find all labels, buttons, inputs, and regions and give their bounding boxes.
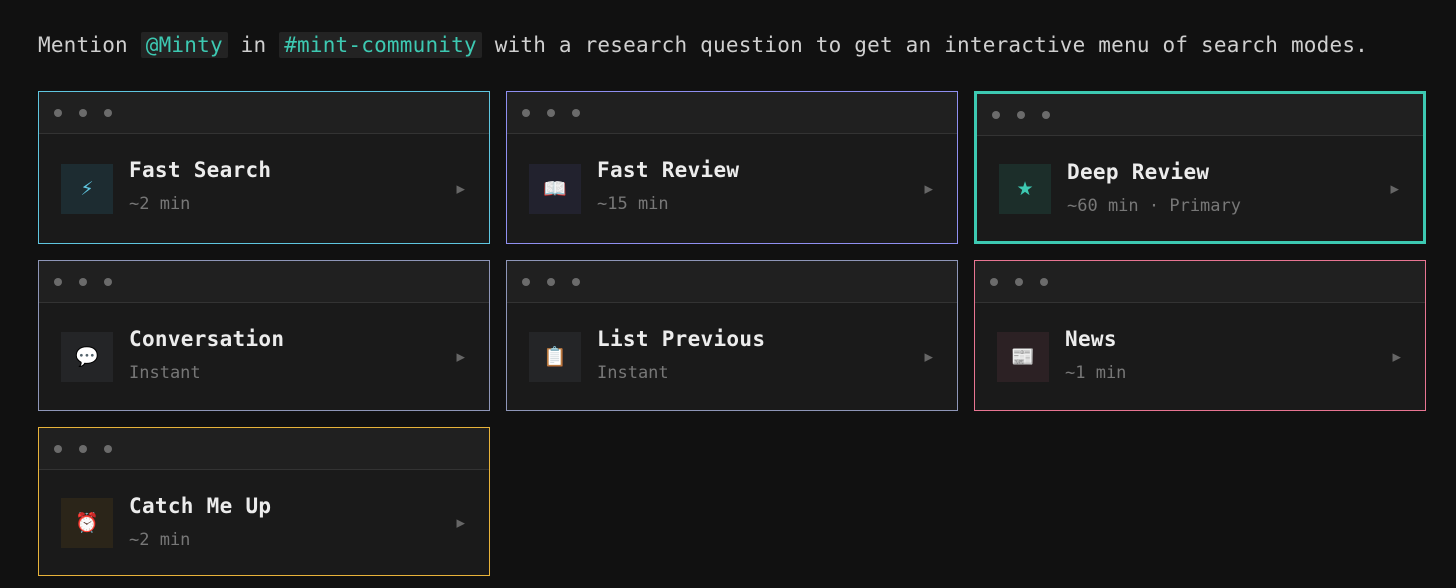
speech-bubble-icon: 💬	[61, 331, 113, 382]
card-title: Deep Review	[1067, 160, 1210, 184]
card-title: Fast Search	[129, 158, 272, 182]
window-dot	[79, 444, 87, 453]
window-dot	[522, 108, 530, 117]
card-fast-review[interactable]: 📖 Fast Review ~15 min ▶	[506, 91, 958, 244]
clipboard-icon: 📋	[529, 331, 581, 382]
play-arrow-icon[interactable]: ▶	[925, 182, 933, 195]
window-dot	[1040, 277, 1048, 286]
open-book-icon: 📖	[529, 163, 581, 214]
window-dot	[990, 277, 998, 286]
play-arrow-icon[interactable]: ▶	[925, 350, 933, 363]
card-subtitle: ~15 min	[597, 194, 669, 214]
card-body: 📋 List Previous Instant ▶	[507, 303, 957, 410]
window-dot	[54, 108, 62, 117]
play-arrow-icon[interactable]: ▶	[1391, 182, 1399, 195]
window-dot	[992, 110, 1000, 119]
intro-prefix: Mention	[38, 33, 128, 57]
card-body: 📖 Fast Review ~15 min ▶	[507, 134, 957, 243]
window-dot	[522, 277, 530, 286]
card-titlebar	[975, 261, 1425, 303]
card-body: ★ Deep Review ~60 min · Primary ▶	[977, 136, 1423, 241]
card-deep-review[interactable]: ★ Deep Review ~60 min · Primary ▶	[974, 91, 1426, 244]
intro-middle: in	[240, 33, 267, 57]
card-subtitle: ~1 min	[1065, 363, 1127, 383]
window-dot	[572, 108, 580, 117]
star-icon: ★	[999, 163, 1051, 214]
window-dot	[54, 444, 62, 453]
card-title: Catch Me Up	[129, 494, 272, 518]
card-title: News	[1065, 327, 1117, 351]
card-titlebar	[507, 261, 957, 303]
card-title: Conversation	[129, 327, 285, 351]
window-dot	[79, 108, 87, 117]
card-titlebar	[39, 92, 489, 134]
play-arrow-icon[interactable]: ▶	[457, 350, 465, 363]
window-dot	[547, 108, 555, 117]
window-dot	[79, 277, 87, 286]
play-arrow-icon[interactable]: ▶	[457, 516, 465, 529]
card-body: 📰 News ~1 min ▶	[975, 303, 1425, 410]
lightning-icon: ⚡	[61, 163, 113, 214]
search-mode-grid: ⚡ Fast Search ~2 min ▶ 📖 Fast Review ~15…	[38, 91, 1426, 576]
window-dot	[54, 277, 62, 286]
window-dot	[104, 444, 112, 453]
play-arrow-icon[interactable]: ▶	[1393, 350, 1401, 363]
card-body: ⏰ Catch Me Up ~2 min ▶	[39, 470, 489, 575]
card-titlebar	[39, 428, 489, 470]
window-dot	[104, 277, 112, 286]
newspaper-icon: 📰	[997, 331, 1049, 382]
window-dot	[1015, 277, 1023, 286]
card-catch-me-up[interactable]: ⏰ Catch Me Up ~2 min ▶	[38, 427, 490, 576]
card-news[interactable]: 📰 News ~1 min ▶	[974, 260, 1426, 411]
window-dot	[547, 277, 555, 286]
intro-suffix: with a research question to get an inter…	[494, 33, 1369, 57]
alarm-clock-icon: ⏰	[61, 497, 113, 548]
card-subtitle: ~2 min	[129, 530, 191, 550]
card-body: 💬 Conversation Instant ▶	[39, 303, 489, 410]
channel-tag[interactable]: #mint-community	[279, 32, 482, 58]
card-title: List Previous	[597, 327, 766, 351]
card-list-previous[interactable]: 📋 List Previous Instant ▶	[506, 260, 958, 411]
card-titlebar	[507, 92, 957, 134]
card-titlebar	[977, 94, 1423, 136]
card-title: Fast Review	[597, 158, 740, 182]
card-titlebar	[39, 261, 489, 303]
card-subtitle: ~60 min · Primary	[1067, 196, 1241, 216]
window-dot	[1017, 110, 1025, 119]
card-conversation[interactable]: 💬 Conversation Instant ▶	[38, 260, 490, 411]
card-subtitle: Instant	[597, 363, 669, 383]
card-body: ⚡ Fast Search ~2 min ▶	[39, 134, 489, 243]
play-arrow-icon[interactable]: ▶	[457, 182, 465, 195]
card-subtitle: Instant	[129, 363, 201, 383]
card-fast-search[interactable]: ⚡ Fast Search ~2 min ▶	[38, 91, 490, 244]
intro-text: Mention @Minty in #mint-community with a…	[38, 30, 1368, 60]
window-dot	[1042, 110, 1050, 119]
window-dot	[104, 108, 112, 117]
window-dot	[572, 277, 580, 286]
card-subtitle: ~2 min	[129, 194, 191, 214]
mention-tag[interactable]: @Minty	[140, 32, 228, 58]
